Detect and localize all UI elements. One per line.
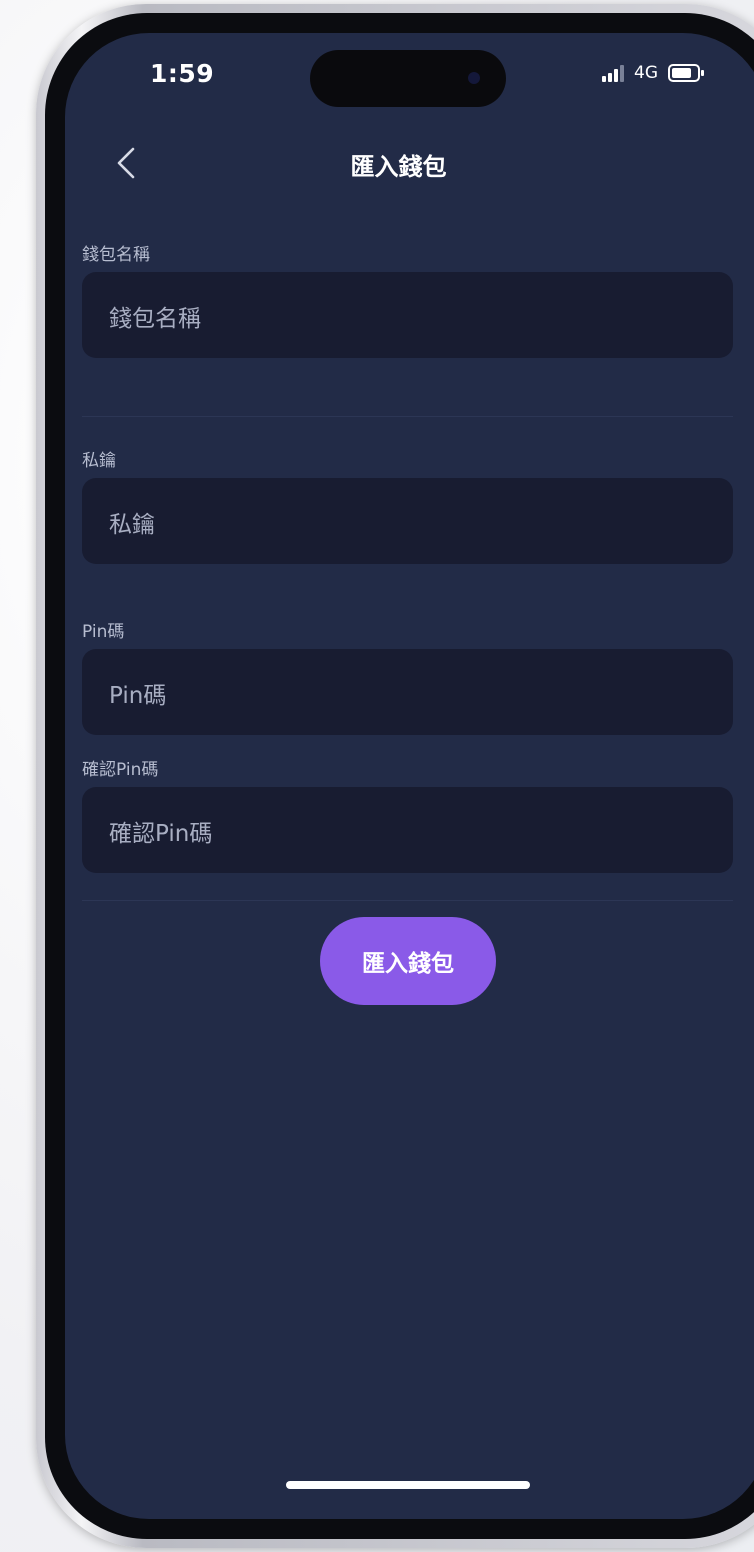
private-key-label: 私鑰: [82, 451, 116, 471]
app-screen: 1:59 4G 匯入錢包 錢包名稱 錢包名稱 私鑰 私鑰 Pin碼 Pin碼 確…: [65, 33, 754, 1519]
wallet-name-label: 錢包名稱: [82, 245, 150, 265]
battery-fill: [672, 68, 691, 78]
confirm-pin-input[interactable]: 確認Pin碼: [82, 787, 733, 873]
import-wallet-button[interactable]: 匯入錢包: [320, 917, 496, 1005]
wallet-name-placeholder: 錢包名稱: [109, 306, 201, 332]
private-key-input[interactable]: 私鑰: [82, 478, 733, 564]
home-indicator[interactable]: [286, 1481, 530, 1489]
battery-icon: [668, 64, 704, 82]
confirm-pin-placeholder: 確認Pin碼: [109, 821, 213, 847]
signal-icon: [602, 64, 624, 82]
page-title: 匯入錢包: [350, 153, 447, 181]
wallet-name-input[interactable]: 錢包名稱: [82, 272, 733, 358]
section-divider: [82, 416, 733, 417]
phone-frame: 1:59 4G 匯入錢包 錢包名稱 錢包名稱 私鑰 私鑰 Pin碼 Pin碼 確…: [36, 4, 754, 1548]
status-time: 1:59: [150, 59, 215, 88]
pin-placeholder: Pin碼: [109, 683, 167, 709]
network-type: 4G: [634, 63, 658, 83]
pin-label: Pin碼: [82, 622, 125, 642]
dynamic-island: [310, 50, 506, 107]
confirm-pin-label: 確認Pin碼: [82, 760, 159, 780]
camera-dot: [468, 72, 480, 84]
pin-input[interactable]: Pin碼: [82, 649, 733, 735]
status-icons: 4G: [602, 63, 704, 83]
private-key-placeholder: 私鑰: [109, 512, 155, 538]
section-divider: [82, 900, 733, 901]
mockup-stage: 1:59 4G 匯入錢包 錢包名稱 錢包名稱 私鑰 私鑰 Pin碼 Pin碼 確…: [0, 0, 754, 1552]
